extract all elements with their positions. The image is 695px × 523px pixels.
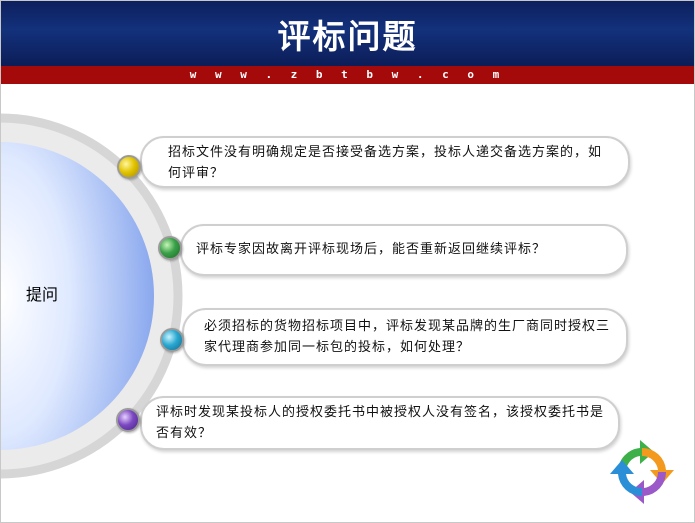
- question-bubble-3: 必须招标的货物招标项目中，评标发现某品牌的生厂商同时授权三家代理商参加同一标包的…: [182, 308, 628, 366]
- page-title: 评标问题: [277, 17, 418, 56]
- question-text: 评标时发现某投标人的授权委托书中被授权人没有签名，该授权委托书是否有效？: [156, 405, 605, 441]
- bullet-yellow-icon: [117, 155, 141, 179]
- header-banner: 评标问题: [0, 0, 695, 66]
- question-bubble-4: 评标时发现某投标人的授权委托书中被授权人没有签名，该授权委托书是否有效？: [140, 396, 620, 450]
- bullet-purple-icon: [116, 408, 140, 432]
- bullet-green-icon: [158, 236, 182, 260]
- cycle-arrows-icon: [610, 440, 674, 504]
- bullet-blue-icon: [160, 328, 184, 352]
- side-label: 提问: [26, 285, 59, 304]
- slide: 评标问题 w w w . z b t b w . c o m 提问 招标文件没有…: [0, 0, 695, 523]
- question-bubble-2: 评标专家因故离开评标现场后，能否重新返回继续评标？: [180, 224, 628, 276]
- question-text: 招标文件没有明确规定是否接受备选方案，投标人递交备选方案的，如何评审？: [168, 145, 603, 181]
- question-bubble-1: 招标文件没有明确规定是否接受备选方案，投标人递交备选方案的，如何评审？: [140, 136, 630, 188]
- question-text: 评标专家因故离开评标现场后，能否重新返回继续评标？: [196, 242, 547, 257]
- site-url: w w w . z b t b w . c o m: [189, 68, 506, 81]
- question-text: 必须招标的货物招标项目中，评标发现某品牌的生厂商同时授权三家代理商参加同一标包的…: [204, 319, 611, 355]
- url-bar: w w w . z b t b w . c o m: [0, 66, 695, 84]
